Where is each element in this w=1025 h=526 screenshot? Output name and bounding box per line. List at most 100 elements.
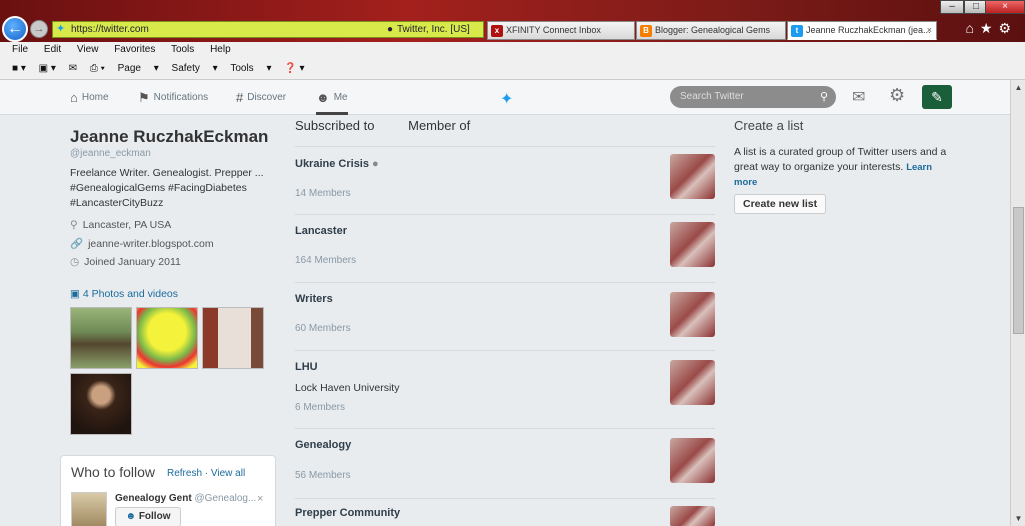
tab-twitter[interactable]: t Jeanne RuczhakEckman (jea... × <box>787 21 937 40</box>
mail-icon[interactable]: ✉ <box>69 63 77 74</box>
back-icon[interactable]: ← <box>2 16 28 42</box>
list-members: 60 Members <box>295 323 351 334</box>
photos-link[interactable]: ▣ 4 Photos and videos <box>70 288 178 300</box>
list-item[interactable]: Ukraine Crisis ● 14 Members <box>295 146 715 214</box>
page-menu[interactable]: Page ▾ <box>118 63 159 74</box>
follow-button[interactable]: ☻ Follow <box>115 507 181 526</box>
feeds-icon[interactable]: ▣ ▾ <box>39 63 56 74</box>
print-icon[interactable]: ⎙ ▾ <box>90 63 105 74</box>
compose-tweet-button[interactable]: ✎ <box>922 85 952 109</box>
clock-icon: ◷ <box>70 256 80 268</box>
tab-subscribed[interactable]: Subscribed to <box>295 118 375 133</box>
list-item[interactable]: Lancaster 164 Members <box>295 214 715 282</box>
list-title[interactable]: Ukraine Crisis ● <box>295 158 379 170</box>
tab-label: Jeanne RuczhakEckman (jea... <box>806 25 931 35</box>
list-title[interactable]: Writers <box>295 293 333 305</box>
lock-icon: ● <box>372 158 379 170</box>
list-owner-avatar[interactable] <box>670 222 715 267</box>
photos-link-text[interactable]: 4 Photos and videos <box>83 288 178 300</box>
browser-tool-icons[interactable]: ⌂★⚙ <box>965 20 1017 37</box>
tab-blogger[interactable]: B Blogger: Genealogical Gems <box>636 21 786 40</box>
scroll-thumb[interactable] <box>1013 207 1024 334</box>
scrollbar[interactable]: ▲ ▼ <box>1010 80 1025 526</box>
suggestion-name[interactable]: Genealogy Gent @Genealog... <box>115 493 256 504</box>
forward-icon[interactable]: → <box>30 20 48 38</box>
create-list-title: Create a list <box>734 118 804 133</box>
list-title[interactable]: Lancaster <box>295 225 347 237</box>
profile-website[interactable]: 🔗 jeanne-writer.blogspot.com <box>70 237 214 250</box>
list-owner-avatar[interactable] <box>670 360 715 405</box>
envelope-icon[interactable]: ✉ <box>852 87 865 107</box>
tab-xfinity[interactable]: x XFINITY Connect Inbox <box>487 21 635 40</box>
list-title[interactable]: LHU <box>295 361 318 373</box>
photo-thumbnail[interactable] <box>70 307 132 369</box>
tab-member-of[interactable]: Member of <box>408 118 470 133</box>
twitter-bird-icon[interactable]: ✦ <box>500 89 513 109</box>
list-title[interactable]: Prepper Community <box>295 507 400 519</box>
view-all-link[interactable]: View all <box>211 468 245 479</box>
page-menu-label: Page <box>117 63 141 74</box>
nav-discover-label: Discover <box>247 92 287 104</box>
address-bar[interactable]: ✦ https://twitter.com ● Twitter, Inc. [U… <box>52 21 484 38</box>
tab-label: XFINITY Connect Inbox <box>506 25 601 35</box>
home-page-icon[interactable]: ■ ▾ <box>12 63 26 74</box>
search-input[interactable]: Search Twitter ⚲ <box>670 86 836 108</box>
list-owner-avatar[interactable] <box>670 506 715 526</box>
menu-edit[interactable]: Edit <box>44 44 61 55</box>
list-item[interactable]: Prepper Community <box>295 498 715 526</box>
suggestion-handle: @Genealog... <box>194 493 257 504</box>
safety-menu-label: Safety <box>171 63 200 74</box>
profile-handle: @jeanne_eckman <box>70 148 151 159</box>
list-members: 56 Members <box>295 470 351 481</box>
minimize-button[interactable]: – <box>940 0 964 14</box>
menu-bar: File Edit View Favorites Tools Help <box>0 42 1025 58</box>
list-description: Lock Haven University <box>295 382 400 394</box>
profile-location: ⚲ Lancaster, PA USA <box>70 219 171 231</box>
nav-discover[interactable]: # Discover <box>236 80 286 115</box>
list-owner-avatar[interactable] <box>670 154 715 199</box>
photo-thumbnail[interactable] <box>70 373 132 435</box>
photo-thumbnail[interactable] <box>202 307 264 369</box>
list-owner-avatar[interactable] <box>670 292 715 337</box>
menu-view[interactable]: View <box>77 44 99 55</box>
create-new-list-button[interactable]: Create new list <box>734 194 827 214</box>
safety-menu[interactable]: Safety ▾ <box>172 63 218 74</box>
menu-file[interactable]: File <box>12 44 28 55</box>
menu-help[interactable]: Help <box>210 44 231 55</box>
menu-favorites[interactable]: Favorites <box>114 44 155 55</box>
site-owner: Twitter, Inc. [US] <box>397 24 470 35</box>
gear-icon[interactable]: ⚙ <box>889 85 905 106</box>
profile-website-text[interactable]: jeanne-writer.blogspot.com <box>88 238 213 250</box>
scroll-up-icon[interactable]: ▲ <box>1011 80 1025 95</box>
suggestion-name-text[interactable]: Genealogy Gent <box>115 493 192 504</box>
nav-home-label: Home <box>81 92 109 104</box>
list-title[interactable]: Genealogy <box>295 439 351 451</box>
nav-notifications[interactable]: ⚑ Notifications <box>138 80 208 115</box>
menu-tools[interactable]: Tools <box>171 44 194 55</box>
dismiss-icon[interactable]: × <box>257 493 263 505</box>
address-text: https://twitter.com <box>71 24 149 35</box>
list-item[interactable]: Genealogy 56 Members <box>295 428 715 498</box>
scroll-down-icon[interactable]: ▼ <box>1011 511 1025 526</box>
list-item[interactable]: LHU Lock Haven University 6 Members <box>295 350 715 428</box>
bell-icon: ⚑ <box>138 90 150 105</box>
avatar[interactable] <box>71 492 107 526</box>
photo-thumbnail[interactable] <box>136 307 198 369</box>
tools-menu-label: Tools <box>230 63 254 74</box>
command-bar: ■ ▾ ▣ ▾ ✉ ⎙ ▾ Page ▾ Safety ▾ Tools ▾ ❓ … <box>0 58 1025 80</box>
refresh-link[interactable]: Refresh <box>167 468 202 479</box>
nav-notifications-label: Notifications <box>153 92 209 104</box>
nav-home[interactable]: ⌂ Home <box>70 80 109 115</box>
close-tab-icon[interactable]: × <box>927 22 932 39</box>
help-icon[interactable]: ❓ ▾ <box>284 63 304 74</box>
list-owner-avatar[interactable] <box>670 438 715 483</box>
nav-me[interactable]: ☻ Me <box>316 80 348 115</box>
tools-menu[interactable]: Tools ▾ <box>230 63 271 74</box>
profile-location-text: Lancaster, PA USA <box>82 219 172 231</box>
twitter-favicon-icon: ✦ <box>56 23 66 35</box>
list-item[interactable]: Writers 60 Members <box>295 282 715 350</box>
list-title-text[interactable]: Ukraine Crisis <box>295 158 369 170</box>
profile-joined-text: Joined January 2011 <box>84 256 181 268</box>
close-window-button[interactable]: × <box>985 0 1025 14</box>
search-icon[interactable]: ⚲ <box>820 86 828 108</box>
